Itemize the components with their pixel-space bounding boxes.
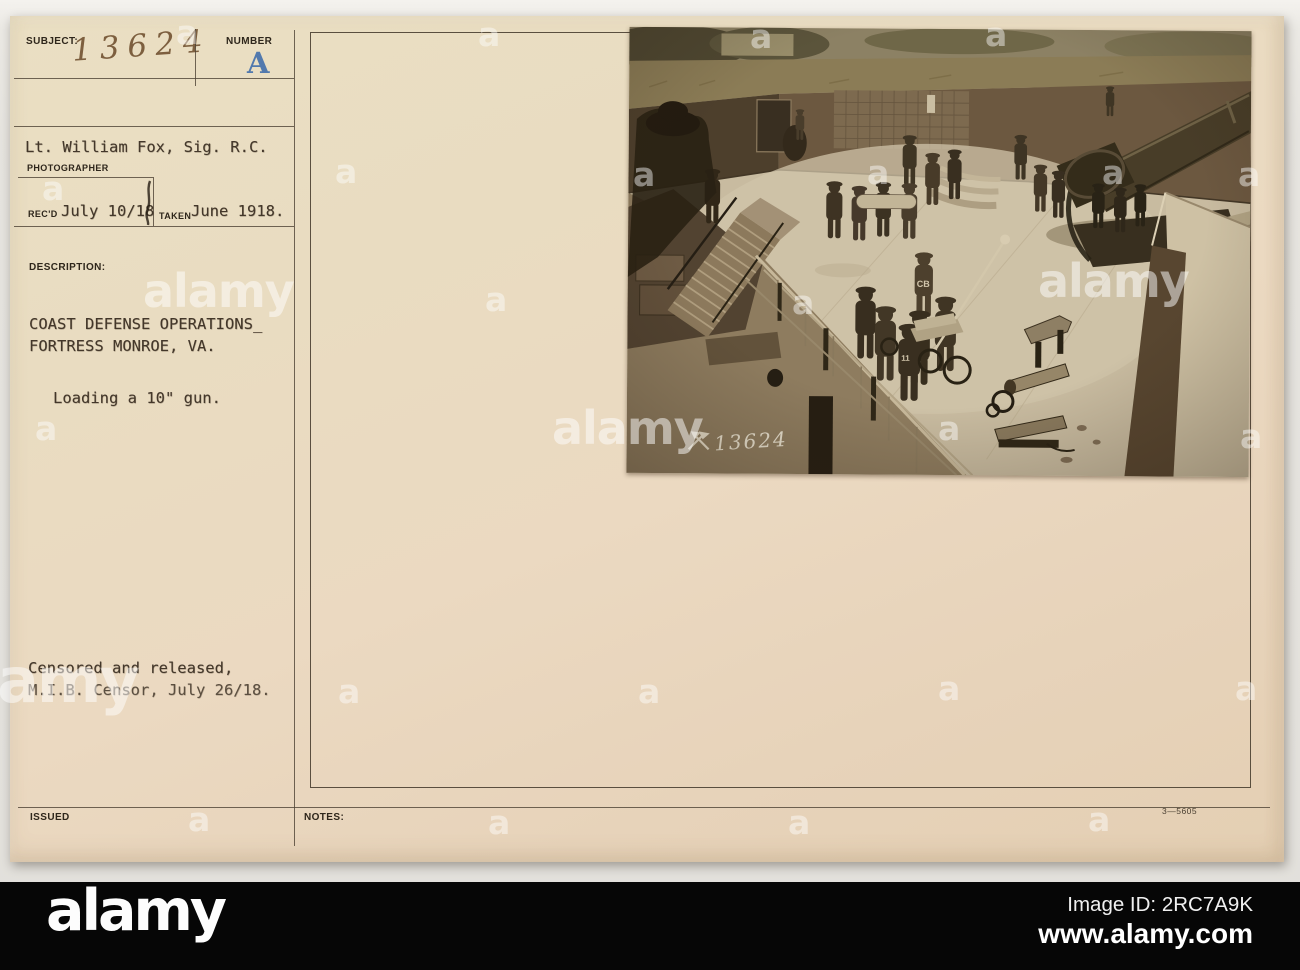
photographer-label: PHOTOGRAPHER — [27, 163, 109, 173]
description-line1: COAST DEFENSE OPERATIONS_ — [29, 315, 263, 333]
number-value-stamp: A — [247, 46, 270, 80]
rule-line — [294, 30, 296, 846]
photograph: CB 11 13624 — [626, 26, 1252, 478]
rule-line — [18, 177, 153, 179]
alamy-footer-bar: alamy Image ID: 2RC7A9K www.alamy.com — [0, 878, 1300, 970]
rule-line — [14, 78, 294, 80]
photo-illustration: CB 11 13624 — [626, 26, 1252, 478]
taken-label: TAKEN — [159, 211, 192, 221]
rule-line — [14, 126, 294, 128]
form-number: 3—5605 — [1162, 806, 1198, 816]
censor-line1: Censored and released, — [28, 659, 234, 677]
alamy-logo: alamy — [46, 878, 227, 944]
image-id-text: Image ID: 2RC7A9K — [1067, 893, 1253, 916]
photographer-name: Lt. William Fox, Sig. R.C. — [25, 138, 268, 156]
rule-line — [18, 807, 1270, 809]
description-loading-line: Loading a 10" gun. — [53, 389, 221, 407]
description-line2: FORTRESS MONROE, VA. — [29, 337, 216, 355]
pen-mark — [145, 180, 152, 226]
photo-index-card: SUBJECT: 13624 NUMBER A Lt. William Fox,… — [10, 16, 1284, 862]
alamy-url: www.alamy.com — [1038, 918, 1253, 949]
issued-label: ISSUED — [30, 812, 70, 823]
alamy-stock-page: SUBJECT: 13624 NUMBER A Lt. William Fox,… — [0, 0, 1300, 970]
description-label: DESCRIPTION: — [29, 262, 106, 273]
taken-date: June 1918. — [191, 202, 285, 220]
subject-number-handwritten: 13624 — [70, 23, 212, 69]
notes-label: NOTES: — [304, 812, 345, 823]
received-label: REC'D — [28, 209, 58, 219]
censor-line2: M.I.B. Censor, July 26/18. — [28, 681, 271, 699]
